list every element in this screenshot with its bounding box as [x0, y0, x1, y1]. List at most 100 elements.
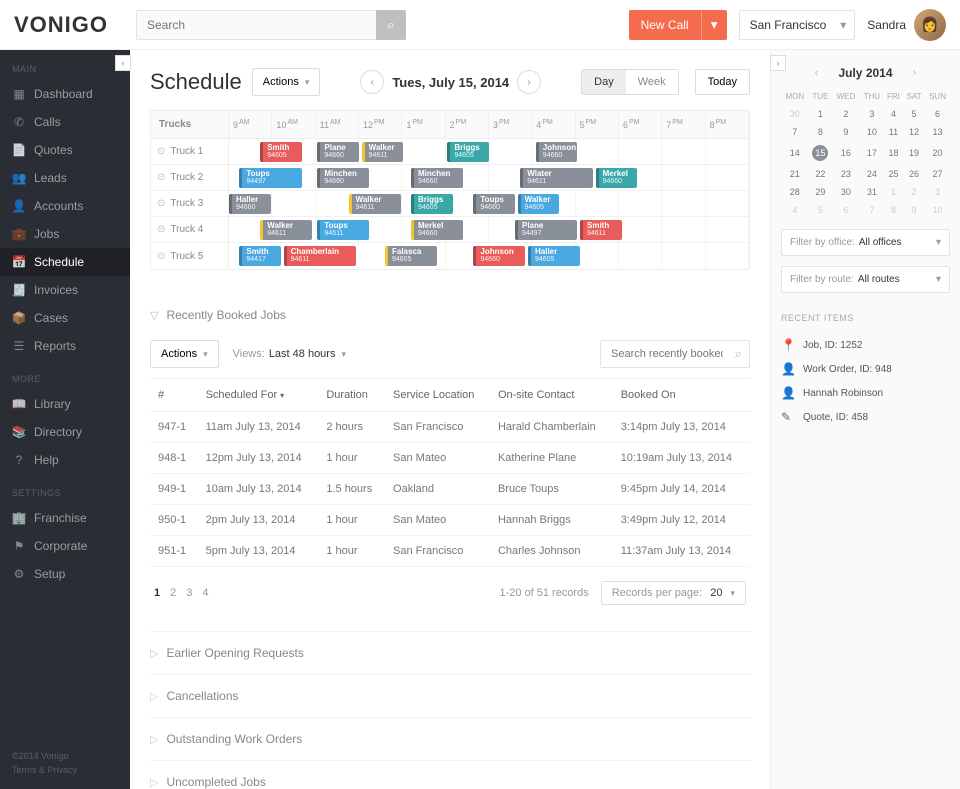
schedule-job[interactable]: Briggs94605: [447, 142, 489, 162]
filter-office[interactable]: Filter by office: All offices: [781, 229, 950, 256]
cal-day[interactable]: 30: [832, 183, 860, 201]
sidebar-item-cases[interactable]: 📦Cases: [0, 304, 130, 332]
cal-day[interactable]: 28: [781, 183, 809, 201]
cal-day[interactable]: 23: [832, 165, 860, 183]
cal-day[interactable]: 3: [925, 183, 950, 201]
views-filter[interactable]: Views: Last 48 hours ▾: [233, 348, 346, 360]
filter-route[interactable]: Filter by route: All routes: [781, 266, 950, 293]
schedule-job[interactable]: Walker94611: [349, 194, 401, 214]
cal-day[interactable]: 25: [884, 165, 903, 183]
terms-link[interactable]: Terms & Privacy: [12, 764, 118, 778]
jobs-actions-button[interactable]: Actions: [150, 340, 219, 368]
sidebar-item-setup[interactable]: ⚙Setup: [0, 560, 130, 588]
schedule-actions-button[interactable]: Actions: [252, 68, 321, 96]
cal-day[interactable]: 12: [903, 123, 925, 141]
new-call-button[interactable]: New Call: [629, 10, 701, 40]
location-select[interactable]: San Francisco: [739, 10, 856, 40]
sidebar-item-corporate[interactable]: ⚑Corporate: [0, 532, 130, 560]
sidebar-item-schedule[interactable]: 📅Schedule: [0, 248, 130, 276]
table-row[interactable]: 950-12pm July 13, 20141 hourSan MateoHan…: [150, 505, 750, 536]
sidebar-item-directory[interactable]: 📚Directory: [0, 418, 130, 446]
new-call-dropdown[interactable]: ▾: [701, 10, 727, 40]
schedule-job[interactable]: Briggs94605: [411, 194, 453, 214]
schedule-job[interactable]: Plane94660: [317, 142, 359, 162]
table-header[interactable]: Scheduled For▾: [198, 379, 319, 412]
cal-day[interactable]: 15: [809, 141, 833, 165]
schedule-job[interactable]: Minchen94660: [411, 168, 463, 188]
cal-day[interactable]: 30: [781, 105, 809, 123]
schedule-job[interactable]: Merkel94660: [411, 220, 463, 240]
cal-day[interactable]: 18: [884, 141, 903, 165]
cal-day[interactable]: 3: [860, 105, 884, 123]
schedule-job[interactable]: Smith94417: [239, 246, 281, 266]
cal-day[interactable]: 16: [832, 141, 860, 165]
sidebar-item-leads[interactable]: 👥Leads: [0, 164, 130, 192]
cal-day[interactable]: 4: [884, 105, 903, 123]
recent-item[interactable]: 👤Hannah Robinson: [781, 381, 950, 405]
cal-day[interactable]: 13: [925, 123, 950, 141]
cal-day[interactable]: 7: [781, 123, 809, 141]
sidebar-item-dashboard[interactable]: ▦Dashboard: [0, 80, 130, 108]
collapsed-section[interactable]: ▷Earlier Opening Requests: [150, 631, 750, 674]
schedule-job[interactable]: Walker94605: [518, 194, 560, 214]
page-link[interactable]: 2: [170, 587, 176, 599]
schedule-job[interactable]: Toups94660: [473, 194, 515, 214]
schedule-job[interactable]: Chamberlain94611: [284, 246, 357, 266]
table-header[interactable]: Booked On: [613, 379, 750, 412]
schedule-job[interactable]: Haller94660: [229, 194, 271, 214]
search-input[interactable]: [136, 10, 376, 40]
cal-day[interactable]: 2: [832, 105, 860, 123]
cal-day[interactable]: 8: [884, 201, 903, 219]
cal-prev-button[interactable]: ‹: [815, 67, 819, 79]
cal-day[interactable]: 31: [860, 183, 884, 201]
cal-day[interactable]: 2: [903, 183, 925, 201]
cal-day[interactable]: 29: [809, 183, 833, 201]
cal-next-button[interactable]: ›: [913, 67, 917, 79]
schedule-job[interactable]: Walker94611: [362, 142, 404, 162]
recent-item[interactable]: ✎Quote, ID: 458: [781, 405, 950, 429]
cal-day[interactable]: 7: [860, 201, 884, 219]
collapsed-section[interactable]: ▷Outstanding Work Orders: [150, 717, 750, 760]
cal-day[interactable]: 24: [860, 165, 884, 183]
sidebar-item-franchise[interactable]: 🏢Franchise: [0, 504, 130, 532]
cal-day[interactable]: 10: [925, 201, 950, 219]
table-row[interactable]: 951-15pm July 13, 20141 hourSan Francisc…: [150, 536, 750, 567]
table-header[interactable]: Duration: [318, 379, 385, 412]
cal-day[interactable]: 11: [884, 123, 903, 141]
page-link[interactable]: 3: [186, 587, 192, 599]
week-view-button[interactable]: Week: [626, 70, 678, 94]
table-header[interactable]: #: [150, 379, 198, 412]
page-link[interactable]: 1: [154, 587, 160, 599]
cal-day[interactable]: 9: [903, 201, 925, 219]
sidebar-item-calls[interactable]: ✆Calls: [0, 108, 130, 136]
cal-day[interactable]: 5: [903, 105, 925, 123]
table-header[interactable]: Service Location: [385, 379, 490, 412]
sidebar-item-invoices[interactable]: 🧾Invoices: [0, 276, 130, 304]
search-jobs-input[interactable]: [600, 340, 750, 368]
schedule-job[interactable]: Toups94497: [239, 168, 301, 188]
schedule-job[interactable]: Haller94605: [528, 246, 580, 266]
schedule-job[interactable]: Johnson94660: [473, 246, 525, 266]
cal-day[interactable]: 1: [809, 105, 833, 123]
table-row[interactable]: 948-112pm July 13, 20141 hourSan MateoKa…: [150, 443, 750, 474]
user-menu[interactable]: Sandra 👩: [867, 9, 946, 41]
sidebar-collapse-button[interactable]: ‹: [115, 55, 131, 71]
sidebar-item-help[interactable]: ?Help: [0, 446, 130, 474]
cal-day[interactable]: 5: [809, 201, 833, 219]
schedule-job[interactable]: Minchen94660: [317, 168, 369, 188]
schedule-job[interactable]: Walker94611: [260, 220, 312, 240]
records-per-page[interactable]: Records per page: 20 ▾: [601, 581, 746, 605]
cal-day[interactable]: 1: [884, 183, 903, 201]
collapsed-section[interactable]: ▷Uncompleted Jobs: [150, 760, 750, 789]
sidebar-item-accounts[interactable]: 👤Accounts: [0, 192, 130, 220]
sidebar-item-reports[interactable]: ☰Reports: [0, 332, 130, 360]
recent-item[interactable]: 📍Job, ID: 1252: [781, 333, 950, 357]
cal-day[interactable]: 14: [781, 141, 809, 165]
cal-day[interactable]: 19: [903, 141, 925, 165]
recent-item[interactable]: 👤Work Order, ID: 948: [781, 357, 950, 381]
rightpanel-collapse-button[interactable]: ›: [770, 55, 786, 71]
schedule-job[interactable]: Smith94605: [260, 142, 302, 162]
schedule-job[interactable]: Smith94611: [580, 220, 622, 240]
today-button[interactable]: Today: [695, 69, 750, 95]
collapsed-section[interactable]: ▷Cancellations: [150, 674, 750, 717]
